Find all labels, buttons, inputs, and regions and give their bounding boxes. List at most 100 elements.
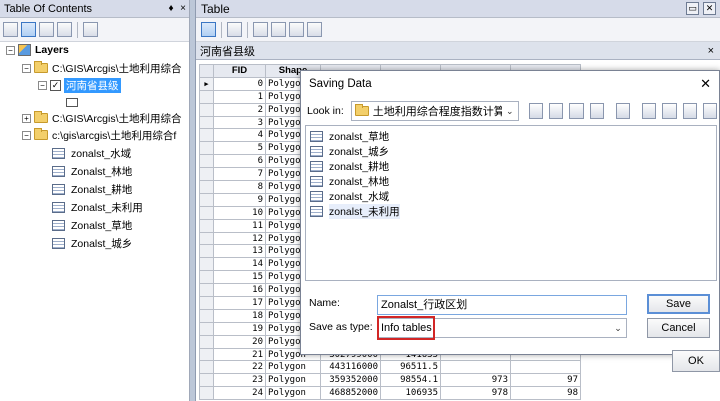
row-selector[interactable] (199, 180, 214, 194)
save-button[interactable]: Save (647, 294, 710, 314)
look-in-dropdown[interactable]: 土地利用综合程度指数计算 ⌄ (350, 101, 519, 121)
row-selector[interactable] (199, 373, 214, 388)
file-item[interactable]: zonalst_未利用 (310, 204, 400, 219)
table-options-icon[interactable] (201, 22, 216, 37)
file-item[interactable]: zonalst_水域 (310, 189, 389, 204)
table-item[interactable]: Zonalst_未利用 (52, 199, 143, 215)
row-selector[interactable] (199, 283, 214, 298)
table-icon (310, 146, 323, 157)
row-selector[interactable] (199, 347, 214, 362)
toc-title: Table Of Contents (4, 2, 93, 15)
row-selector[interactable] (199, 218, 214, 233)
options-icon[interactable] (83, 22, 98, 37)
collapse-icon[interactable]: − (38, 80, 47, 90)
row-selector[interactable] (199, 205, 214, 220)
connect-folder-icon[interactable] (569, 103, 584, 119)
table-item[interactable]: Zonalst_城乡 (52, 235, 132, 251)
cell-value: 106935 (380, 386, 441, 401)
cell-fid: 5 (213, 141, 266, 156)
column-header-fid[interactable]: FID (213, 64, 266, 78)
table-row[interactable]: 23 Polygon 359352000 98554.1 973 97 (199, 373, 581, 388)
polygon-symbol-icon[interactable] (66, 97, 78, 107)
expand-icon[interactable]: + (22, 113, 31, 123)
row-selector[interactable] (199, 102, 214, 117)
layers-node[interactable]: − Layers (6, 42, 69, 58)
row-selector[interactable] (199, 167, 214, 182)
folder-node-2[interactable]: + C:\GIS\Arcgis\土地利用综合 (22, 110, 182, 126)
layer-node[interactable]: − ✓ 河南省县级 (38, 77, 121, 93)
cancel-button[interactable]: Cancel (647, 318, 710, 338)
row-selector[interactable] (199, 89, 214, 104)
row-selector[interactable] (199, 334, 214, 349)
clear-selection-icon[interactable] (289, 22, 304, 37)
table-item[interactable]: Zonalst_耕地 (52, 181, 132, 197)
row-selector[interactable] (199, 154, 214, 169)
row-selector[interactable] (199, 270, 214, 285)
select-by-attributes-icon[interactable] (253, 22, 268, 37)
folder-node-1[interactable]: − C:\GIS\Arcgis\土地利用综合 (22, 60, 182, 76)
restore-button[interactable]: ▭ (686, 2, 699, 15)
row-selector[interactable] (199, 231, 214, 246)
row-selector[interactable] (199, 141, 214, 156)
folder-node-3[interactable]: − c:\gis\arcgis\土地利用综合f (22, 127, 176, 143)
file-item[interactable]: zonalst_城乡 (310, 144, 389, 159)
dialog-titlebar: Saving Data ✕ (301, 71, 719, 97)
toolbox-icon[interactable] (702, 103, 717, 119)
file-item[interactable]: zonalst_耕地 (310, 159, 389, 174)
close-button[interactable]: ✕ (703, 2, 716, 15)
list-by-drawing-order-icon[interactable] (3, 22, 18, 37)
file-item[interactable]: zonalst_草地 (310, 129, 389, 144)
arcmap-icon[interactable] (682, 103, 697, 119)
home-icon[interactable] (549, 103, 564, 119)
table-row[interactable]: 22 Polygon 443116000 96511.5 (199, 360, 581, 375)
related-tables-icon[interactable] (227, 22, 242, 37)
chevron-down-icon[interactable]: ⌄ (610, 323, 626, 334)
pin-icon[interactable]: ♦ (165, 3, 177, 14)
ok-button[interactable]: OK (672, 350, 720, 372)
row-selector[interactable] (199, 128, 214, 143)
cell-value (440, 360, 511, 375)
row-selector[interactable] (199, 257, 214, 272)
collapse-icon[interactable]: − (22, 130, 31, 140)
layer-symbol[interactable] (66, 94, 78, 110)
table-item[interactable]: Zonalst_林地 (52, 163, 132, 179)
table-item[interactable]: zonalst_水域 (52, 145, 131, 161)
catalog-icon[interactable] (662, 103, 677, 119)
row-selector[interactable] (199, 296, 214, 310)
cell-fid: 12 (213, 231, 266, 246)
row-selector[interactable] (199, 360, 214, 375)
table-item[interactable]: Zonalst_草地 (52, 217, 132, 233)
chevron-down-icon[interactable]: ⌄ (502, 106, 518, 117)
row-selector[interactable] (199, 308, 214, 323)
view-options-icon[interactable] (615, 103, 630, 119)
cell-value: 443116000 (320, 360, 381, 375)
row-selector[interactable]: ▶ (199, 76, 214, 91)
table-row[interactable]: 24 Polygon 468852000 106935 978 98 (199, 386, 581, 401)
table-tab-name[interactable]: 河南省县级 (200, 43, 708, 59)
cell-fid: 18 (213, 308, 266, 323)
up-one-level-icon[interactable] (528, 103, 543, 119)
new-folder-icon[interactable] (642, 103, 657, 119)
cell-fid: 19 (213, 321, 266, 336)
row-selector[interactable] (199, 321, 214, 336)
row-selector[interactable] (199, 192, 214, 207)
collapse-icon[interactable]: − (22, 63, 31, 73)
toggle-contents-icon[interactable] (589, 103, 604, 119)
layer-visibility-checkbox[interactable]: ✓ (50, 79, 61, 91)
list-by-source-icon[interactable] (21, 22, 36, 37)
dialog-close-icon[interactable]: ✕ (700, 76, 711, 92)
toc-close-button[interactable]: × (177, 3, 189, 14)
row-selector[interactable] (199, 386, 214, 401)
file-item[interactable]: zonalst_林地 (310, 174, 389, 189)
tab-close-icon[interactable]: × (708, 45, 714, 57)
switch-selection-icon[interactable] (271, 22, 286, 37)
list-by-visibility-icon[interactable] (39, 22, 54, 37)
layer-name-selected[interactable]: 河南省县级 (64, 77, 121, 93)
row-selector[interactable] (199, 244, 214, 259)
collapse-icon[interactable]: − (6, 45, 15, 55)
cell-fid: 1 (213, 89, 266, 104)
delete-selected-icon[interactable] (307, 22, 322, 37)
name-input[interactable]: Zonalst_行政区划 (377, 295, 627, 315)
row-selector[interactable] (199, 115, 214, 130)
list-by-selection-icon[interactable] (57, 22, 72, 37)
